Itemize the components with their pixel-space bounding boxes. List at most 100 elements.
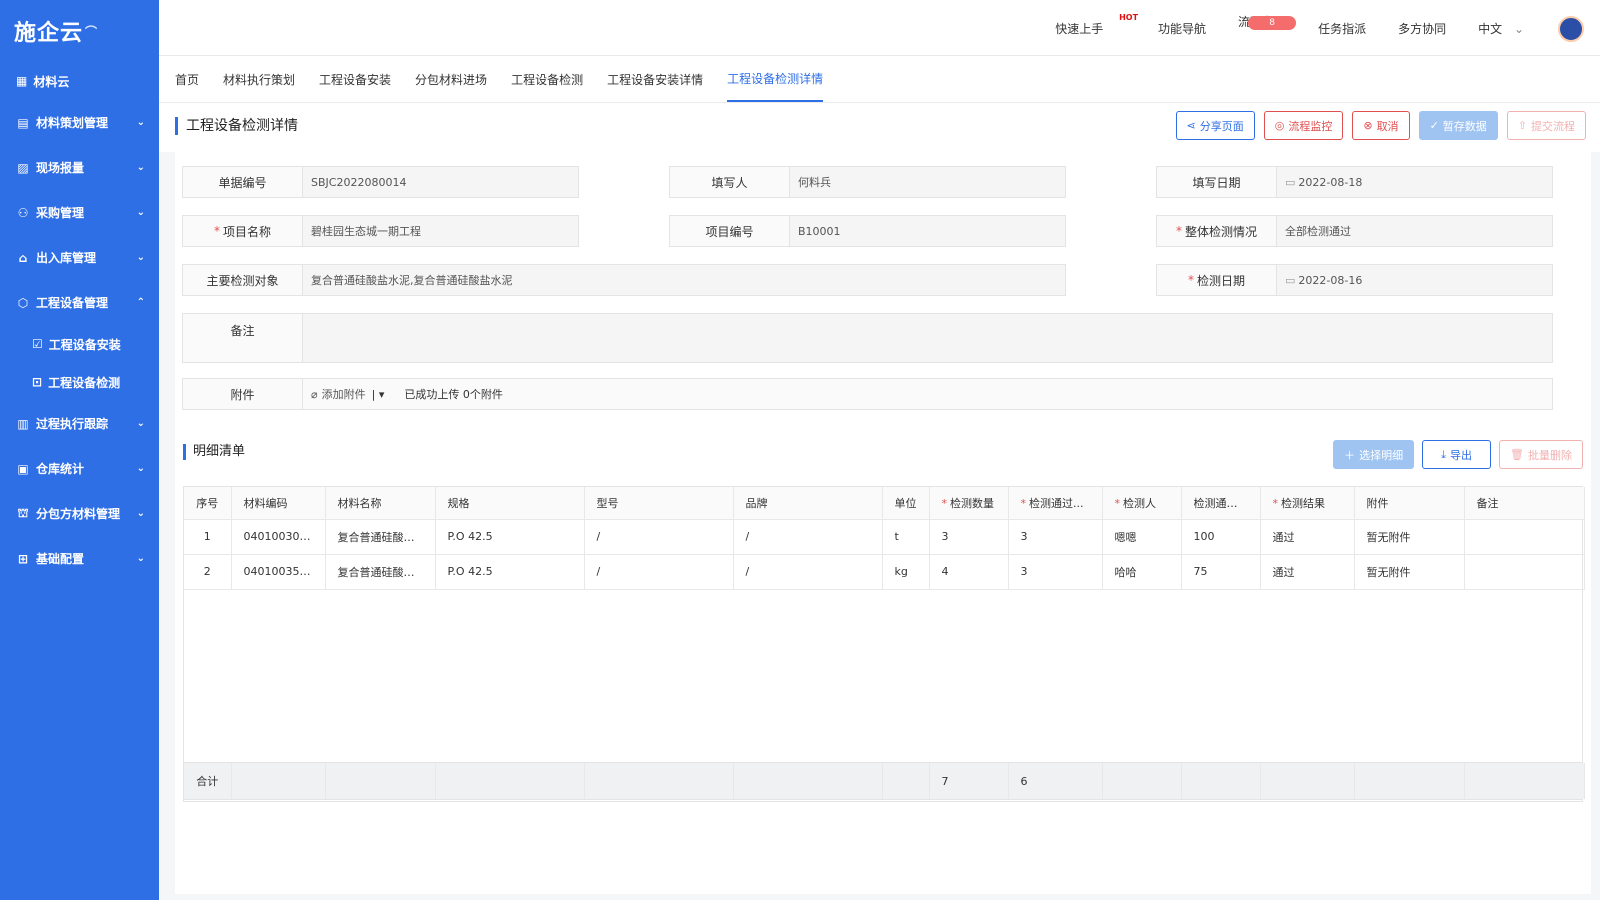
- share-button[interactable]: ⋖ 分享页面: [1175, 111, 1255, 140]
- paperclip-icon: ⌀: [311, 387, 318, 401]
- field-label: 项目编号: [670, 216, 790, 246]
- chevron-down-icon: ⌄: [136, 117, 145, 128]
- track-icon: ▥: [17, 416, 29, 431]
- process-badge: 8: [1248, 15, 1297, 30]
- sidebar-item-track[interactable]: ▥ 过程执行跟踪 ⌄: [0, 401, 159, 446]
- sidebar-item-material-cloud[interactable]: ▦ 材料云: [0, 62, 159, 100]
- tab-install-detail[interactable]: 工程设备安装详情: [607, 56, 703, 102]
- top-bar: 快速上手 HOT 功能导航 流程办理 8 任务指派 多方协同 中文 ⌄: [159, 0, 1600, 56]
- cancel-icon: ⊗: [1363, 119, 1373, 132]
- column-header-text: 检测数量: [950, 496, 994, 510]
- cell: [733, 763, 883, 799]
- field-label: 填写日期: [1157, 167, 1277, 197]
- tab-equipment-test[interactable]: 工程设备检测: [511, 56, 583, 102]
- cell[interactable]: [1464, 554, 1585, 590]
- cell: 暂无附件: [1354, 519, 1465, 555]
- cell[interactable]: 通过: [1260, 554, 1355, 590]
- language-select[interactable]: 中文 ⌄: [1478, 20, 1524, 37]
- summary-row: 合计 7 6: [183, 762, 1585, 800]
- field-label: 主要检测对象: [183, 265, 303, 295]
- sidebar-item-stats[interactable]: ▣ 仓库统计 ⌄: [0, 446, 159, 491]
- project-no-value: B10001: [798, 224, 841, 238]
- batch-delete-label: 批量删除: [1528, 448, 1572, 462]
- process-link[interactable]: 流程办理 8: [1238, 13, 1297, 44]
- table-header-row: 序号 材料编码 材料名称 规格 型号 品牌 单位 * 检测数量 * 检测通过... …: [184, 487, 1585, 520]
- nav-guide-link[interactable]: 功能导航: [1158, 20, 1206, 37]
- test-date-value[interactable]: ▭ 2022-08-16: [1277, 265, 1552, 295]
- submit-label: 提交流程: [1531, 119, 1575, 133]
- overall-value[interactable]: 全部检测通过: [1277, 216, 1552, 246]
- project-name-value[interactable]: 碧桂园生态城一期工程: [303, 216, 578, 246]
- fill-date-value: ▭ 2022-08-18: [1277, 167, 1552, 197]
- cell[interactable]: [1464, 519, 1585, 555]
- sidebar-sub-install[interactable]: ☑ 工程设备安装: [0, 325, 159, 363]
- cell: [435, 763, 585, 799]
- column-header: * 检测通过...: [1008, 487, 1103, 520]
- sidebar-item-report[interactable]: ▨ 现场报量 ⌄: [0, 145, 159, 190]
- tab-subcontract-entry[interactable]: 分包材料进场: [415, 56, 487, 102]
- add-attachment-button[interactable]: 添加附件: [322, 386, 366, 402]
- tab-home[interactable]: 首页: [175, 56, 199, 102]
- sidebar-item-label: 现场报量: [36, 161, 85, 175]
- page-title: 工程设备检测详情: [175, 117, 298, 135]
- cell[interactable]: 3: [1008, 519, 1103, 555]
- sidebar-item-config[interactable]: ⊞ 基础配置 ⌄: [0, 536, 159, 581]
- cell[interactable]: 嗯嗯: [1102, 519, 1182, 555]
- tab-equipment-install[interactable]: 工程设备安装: [319, 56, 391, 102]
- sidebar: 施企云 ⌒ ▦ 材料云 ▤ 材料策划管理 ⌄ ▨ 现场报量 ⌄ ⚇ 采购管理 ⌄…: [0, 0, 159, 900]
- quick-start-link[interactable]: 快速上手 HOT: [1055, 13, 1138, 37]
- content-card: 单据编号 SBJC2022080014 填写人 何料兵 填写日期 ▭ 2022-…: [175, 152, 1591, 894]
- select-detail-label: 选择明细: [1359, 448, 1404, 462]
- share-label: 分享页面: [1199, 119, 1244, 133]
- column-header: 序号: [184, 487, 232, 520]
- chevron-down-icon: ⌄: [136, 508, 145, 519]
- cell: 复合普通硅酸盐...: [325, 554, 436, 590]
- field-label: * 项目名称: [183, 216, 303, 246]
- batch-delete-button[interactable]: 🗑 批量删除: [1499, 440, 1583, 469]
- required-mark: *: [1187, 273, 1194, 287]
- avatar[interactable]: [1558, 16, 1584, 42]
- fill-date-text: 2022-08-18: [1298, 175, 1363, 189]
- table-row[interactable]: 1 040100300001 复合普通硅酸盐... P.O 42.5 / / t…: [184, 519, 1585, 555]
- cell[interactable]: 哈哈: [1102, 554, 1182, 590]
- sidebar-item-inout[interactable]: ⌂ 出入库管理 ⌄: [0, 235, 159, 280]
- column-header-text: 检测通过...: [1029, 496, 1084, 510]
- tab-test-detail[interactable]: 工程设备检测详情: [727, 56, 824, 102]
- tab-material-plan[interactable]: 材料执行策划: [223, 56, 295, 102]
- submit-button[interactable]: ⇧ 提交流程: [1506, 111, 1586, 140]
- collab-link[interactable]: 多方协同: [1398, 20, 1446, 37]
- sidebar-item-subcontract[interactable]: ⛫ 分包方材料管理 ⌄: [0, 491, 159, 536]
- cell[interactable]: 4: [929, 554, 1009, 590]
- sidebar-item-plan[interactable]: ▤ 材料策划管理 ⌄: [0, 100, 159, 145]
- cell[interactable]: 3: [1008, 554, 1103, 590]
- save-draft-button[interactable]: ✓ 暂存数据: [1418, 111, 1498, 140]
- chevron-down-icon: ⌄: [1513, 21, 1524, 36]
- grid-icon: ▦: [16, 74, 28, 88]
- caret-down-icon[interactable]: | ▾: [372, 388, 385, 401]
- table-row[interactable]: 2 040100350001 复合普通硅酸盐... P.O 42.5 / / k…: [184, 554, 1585, 590]
- brand-logo[interactable]: 施企云 ⌒: [0, 0, 159, 62]
- required-mark: *: [941, 496, 948, 510]
- box-icon: ⬡: [17, 295, 29, 310]
- calendar-icon: ▭: [1285, 273, 1296, 287]
- cell: [325, 763, 436, 799]
- select-detail-button[interactable]: ＋ 选择明细: [1333, 440, 1415, 469]
- cell[interactable]: 通过: [1260, 519, 1355, 555]
- cell: 2: [184, 554, 232, 590]
- sidebar-item-purchase[interactable]: ⚇ 采购管理 ⌄: [0, 190, 159, 235]
- tasks-link[interactable]: 任务指派: [1318, 20, 1366, 37]
- cell[interactable]: 3: [929, 519, 1009, 555]
- column-header: * 检测数量: [929, 487, 1009, 520]
- cancel-button[interactable]: ⊗ 取消: [1352, 111, 1410, 140]
- tab-bar: 首页 材料执行策划 工程设备安装 分包材料进场 工程设备检测 工程设备安装详情 …: [159, 56, 1600, 102]
- export-button[interactable]: ⤓ 导出: [1422, 440, 1492, 469]
- test-date-field: * 检测日期 ▭ 2022-08-16: [1156, 264, 1553, 296]
- cell: 100: [1181, 519, 1261, 555]
- sidebar-item-equipment[interactable]: ⬡ 工程设备管理 ⌃: [0, 280, 159, 325]
- monitor-button[interactable]: ◎ 流程监控: [1263, 111, 1344, 140]
- required-mark: *: [1114, 496, 1121, 510]
- field-label: * 检测日期: [1157, 265, 1277, 295]
- sidebar-sub-test[interactable]: ⊡ 工程设备检测: [0, 363, 159, 401]
- cancel-label: 取消: [1376, 119, 1399, 133]
- remark-textarea[interactable]: [303, 314, 1552, 362]
